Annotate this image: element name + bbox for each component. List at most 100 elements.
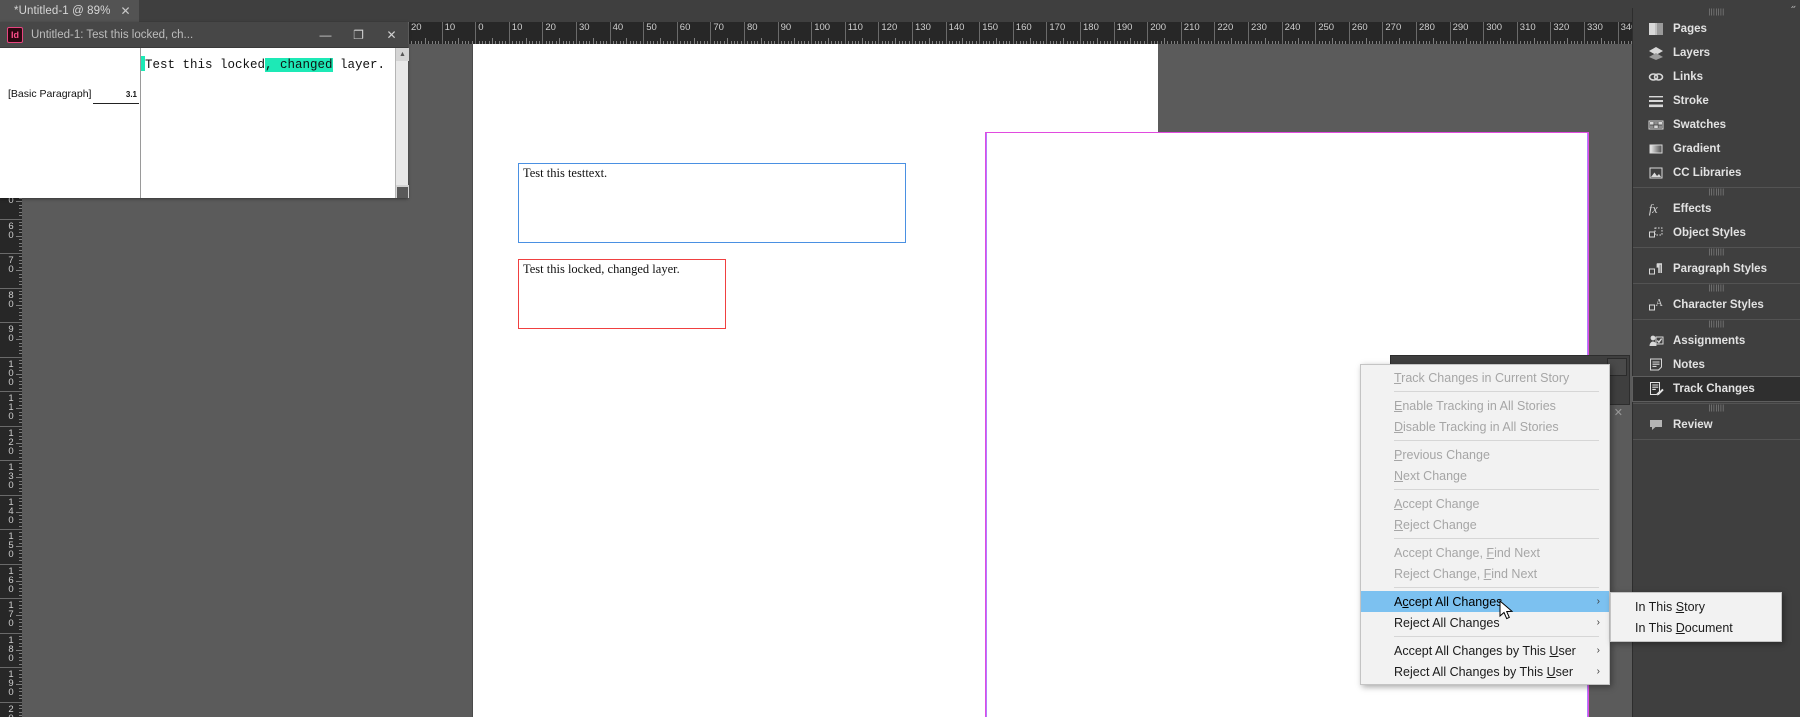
ruler-minor-tick xyxy=(975,41,977,44)
ruler-minor-tick xyxy=(19,656,22,658)
ruler-minor-tick xyxy=(485,41,487,44)
ruler-minor-tick xyxy=(1221,41,1223,44)
dock-item-gradient[interactable]: Gradient xyxy=(1633,137,1800,161)
ruler-minor-tick xyxy=(19,601,22,603)
ruler-minor-tick xyxy=(535,41,537,44)
ruler-minor-tick xyxy=(19,342,22,344)
panel-grip[interactable]: ||||||| xyxy=(1633,284,1800,293)
maximize-icon[interactable]: ❐ xyxy=(342,22,375,48)
dock-item-stroke[interactable]: Stroke xyxy=(1633,89,1800,113)
ruler-minor-tick xyxy=(19,463,22,465)
ruler-minor-tick xyxy=(1049,41,1051,44)
minimize-icon[interactable]: — xyxy=(309,22,342,48)
menu-item-accept-change-find-next: Accept Change, Find Next xyxy=(1361,542,1609,563)
dock-item-effects[interactable]: fx Effects xyxy=(1633,197,1800,221)
ruler-minor-tick xyxy=(1009,41,1011,44)
menu-separator xyxy=(1394,489,1599,490)
panel-grip[interactable]: ||||||| xyxy=(1633,8,1800,17)
ruler-minor-tick xyxy=(589,41,591,44)
dock-item-notes[interactable]: Notes xyxy=(1633,353,1800,377)
dock-item-pages[interactable]: Pages xyxy=(1633,17,1800,41)
ruler-minor-tick xyxy=(512,41,514,44)
panel-menu-icon[interactable] xyxy=(1607,358,1627,376)
ruler-minor-tick xyxy=(525,38,527,44)
dock-item-track-changes[interactable]: Track Changes xyxy=(1632,376,1800,402)
panel-grip[interactable]: ||||||| xyxy=(1633,320,1800,329)
ruler-minor-tick xyxy=(19,604,22,606)
close-icon[interactable]: ✕ xyxy=(120,5,130,17)
dock-item-label: Effects xyxy=(1673,203,1712,215)
ruler-minor-tick xyxy=(764,41,766,44)
ruler-minor-tick xyxy=(1392,41,1394,44)
menu-item-accept-all-changes[interactable]: Accept All Changes › xyxy=(1361,591,1609,612)
ruler-minor-tick xyxy=(1254,41,1256,44)
ruler-tick-v: 150 xyxy=(0,529,22,559)
scroll-up-icon[interactable]: ▲ xyxy=(396,48,409,61)
story-editor-title: Untitled-1: Test this locked, ch... xyxy=(31,28,194,41)
cc-libraries-icon xyxy=(1647,165,1664,182)
ruler-minor-tick xyxy=(922,41,924,44)
style-name-column[interactable]: [Basic Paragraph] 3.1 xyxy=(0,48,141,198)
close-icon[interactable]: ✕ xyxy=(375,22,408,48)
resize-handle[interactable] xyxy=(397,187,408,198)
dock-item-assignments[interactable]: Assignments xyxy=(1633,329,1800,353)
menu-item-label: Reject All Changes by This User xyxy=(1394,664,1574,679)
dock-item-cc-libraries[interactable]: CC Libraries xyxy=(1633,161,1800,185)
dock-group: ||||||| A Character Styles xyxy=(1633,284,1800,320)
ruler-minor-tick xyxy=(19,642,22,644)
ruler-minor-tick xyxy=(19,680,22,682)
document-tab[interactable]: *Untitled-1 @ 89% ✕ xyxy=(0,0,139,22)
ruler-minor-tick xyxy=(19,608,22,610)
dock-item-object-styles[interactable]: Object Styles xyxy=(1633,221,1800,245)
ruler-minor-tick xyxy=(1321,41,1323,44)
ruler-minor-tick xyxy=(1614,41,1616,44)
ruler-minor-tick xyxy=(19,673,22,675)
ruler-tick-v: 130 xyxy=(0,460,22,490)
story-editor-titlebar[interactable]: Id Untitled-1: Test this locked, ch... —… xyxy=(0,22,408,48)
dock-item-character-styles[interactable]: A Character Styles xyxy=(1633,293,1800,317)
panel-close-icon[interactable]: ✕ xyxy=(1614,406,1623,419)
ruler-minor-tick xyxy=(428,41,430,44)
ruler-minor-tick xyxy=(985,41,987,44)
dock-item-swatches[interactable]: Swatches xyxy=(1633,113,1800,137)
menu-item-accept-all-changes-by-this-user[interactable]: Accept All Changes by This User › xyxy=(1361,640,1609,661)
dock-item-layers[interactable]: Layers xyxy=(1633,41,1800,65)
accept-all-changes-submenu[interactable]: In This Story In This Document xyxy=(1610,592,1782,642)
menu-item-reject-change: Reject Change xyxy=(1361,514,1609,535)
story-editor-window[interactable]: Id Untitled-1: Test this locked, ch... —… xyxy=(0,22,409,198)
ruler-minor-tick xyxy=(19,228,22,230)
horizontal-ruler[interactable]: 20 10 0 10 20 30 40 50 60 70 80 90 100 110 120 130 140 15… xyxy=(392,22,1632,44)
story-editor-scrollbar[interactable]: ▲ ▼ xyxy=(395,48,409,198)
ruler-minor-tick xyxy=(1459,41,1461,44)
ruler-minor-tick xyxy=(868,41,870,44)
story-editor-text[interactable]: Test this locked, changed layer. xyxy=(141,48,395,198)
ruler-minor-tick xyxy=(1090,41,1092,44)
ruler-minor-tick xyxy=(19,560,22,562)
text-frame-red[interactable]: Test this locked, changed layer. xyxy=(518,259,726,329)
dock-item-links[interactable]: Links xyxy=(1633,65,1800,89)
document-canvas[interactable] xyxy=(472,44,1589,717)
ruler-minor-tick xyxy=(646,41,648,44)
submenu-item-in-this-story[interactable]: In This Story xyxy=(1611,596,1781,617)
text-frame-blue[interactable]: Test this testtext. xyxy=(518,163,906,243)
review-icon xyxy=(1647,417,1664,434)
menu-item-reject-all-changes-by-this-user[interactable]: Reject All Changes by This User › xyxy=(1361,661,1609,682)
ruler-minor-tick xyxy=(1385,41,1387,44)
ruler-minor-tick xyxy=(989,41,991,44)
ruler-minor-tick xyxy=(19,646,22,648)
ruler-minor-tick xyxy=(1580,41,1582,44)
vertical-ruler[interactable]: 5060708090100110120130140150160170180190… xyxy=(0,180,22,717)
panel-grip[interactable]: ||||||| xyxy=(1633,188,1800,197)
ruler-minor-tick xyxy=(19,698,22,700)
panel-grip[interactable]: ||||||| xyxy=(1633,404,1800,413)
ruler-minor-tick xyxy=(19,204,22,206)
dock-item-review[interactable]: Review xyxy=(1633,413,1800,437)
panel-grip[interactable]: ||||||| xyxy=(1633,248,1800,257)
ruler-minor-tick xyxy=(680,41,682,44)
ruler-minor-tick xyxy=(1500,38,1501,44)
track-changes-context-menu[interactable]: Track Changes in Current Story Enable Tra… xyxy=(1360,364,1610,685)
ruler-minor-tick xyxy=(1204,41,1206,44)
dock-item-paragraph-styles[interactable]: Paragraph Styles xyxy=(1633,257,1800,281)
menu-item-reject-all-changes[interactable]: Reject All Changes › xyxy=(1361,612,1609,633)
submenu-item-in-this-document[interactable]: In This Document xyxy=(1611,617,1781,638)
